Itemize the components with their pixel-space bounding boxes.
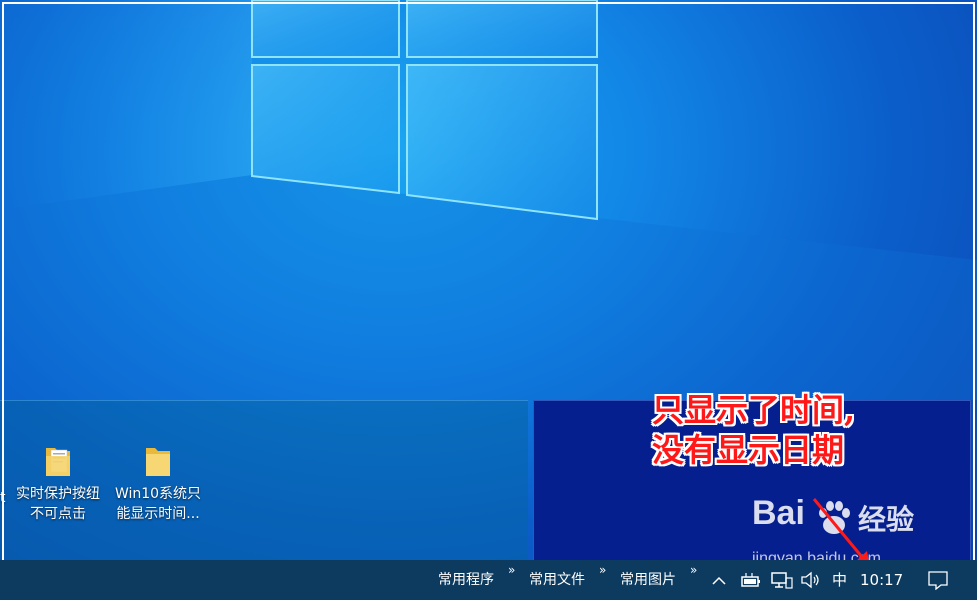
show-hidden-icons-chevron-up-icon[interactable] (711, 570, 727, 590)
desktop-icon-label: 不可点击 (30, 506, 86, 522)
desktop-icon-label: 能显示时间... (116, 506, 200, 522)
notification-center-icon[interactable] (927, 570, 949, 590)
double-chevron-icon[interactable]: » (690, 563, 697, 577)
double-chevron-icon[interactable]: » (599, 563, 606, 577)
cut-off-icon-label: t (0, 490, 6, 506)
watermark-brand: Bai (752, 494, 805, 532)
annotation-line: 只显示了时间, (652, 391, 856, 429)
annotation-text: 只显示了时间, 没有显示日期 (652, 390, 855, 470)
folder-icon (144, 444, 172, 478)
toolbar-files[interactable]: 常用文件 (529, 560, 585, 600)
desktop-icon-win10-time[interactable]: Win10系统只 能显示时间... (108, 444, 208, 524)
volume-icon[interactable] (800, 570, 822, 590)
toolbar-pictures[interactable]: 常用图片 (620, 560, 676, 600)
red-arrow-icon (812, 498, 870, 567)
desktop-icon-realtime-protection[interactable]: 实时保护按纽 不可点击 (8, 444, 108, 524)
taskbar-clock[interactable]: 10:17 (860, 560, 903, 600)
desktop: t 实时保护按纽 不可点击 Win10系统只 能显示时间... 只显示了时间, … (0, 0, 977, 600)
battery-icon[interactable] (740, 570, 762, 590)
desktop-icon-label: Win10系统只 (114, 486, 202, 502)
annotation-line: 没有显示日期 (652, 431, 845, 469)
desktop-icon-label: 实时保护按纽 (16, 486, 100, 502)
folder-document-icon (44, 444, 72, 478)
network-icon[interactable] (770, 570, 794, 590)
toolbar-programs[interactable]: 常用程序 (438, 560, 494, 600)
ime-indicator[interactable]: 中 (832, 560, 847, 600)
taskbar: 常用程序 » 常用文件 » 常用图片 » 中 10:17 (0, 560, 977, 600)
double-chevron-icon[interactable]: » (508, 563, 515, 577)
